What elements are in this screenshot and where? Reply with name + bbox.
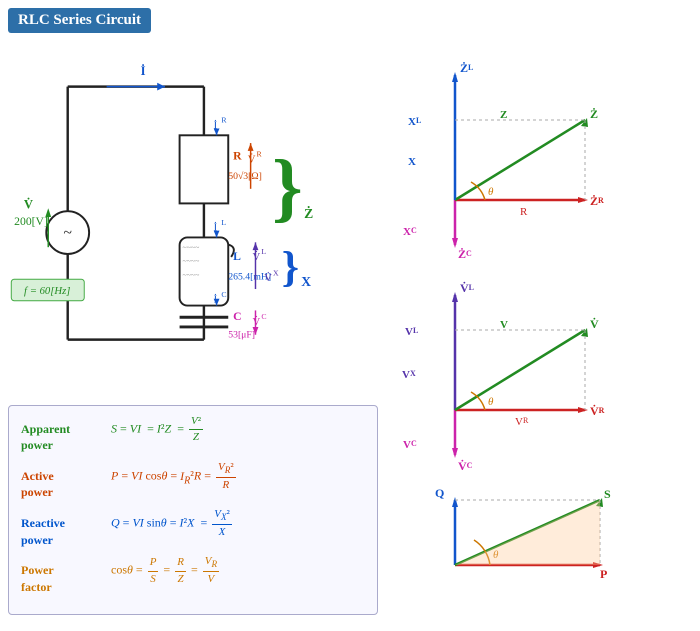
svg-text:S: S	[604, 487, 611, 501]
svg-text:}: }	[272, 144, 303, 230]
svg-text:ŻC: ŻC	[458, 247, 472, 261]
svg-text:İ: İ	[141, 64, 146, 78]
power-factor-label: Powerfactor	[21, 562, 111, 596]
apparent-power-row: Apparentpower S = VI = I²Z = V² Z	[21, 414, 365, 454]
reactive-power-label: Reactivepower	[21, 515, 111, 549]
svg-text:~~~~: ~~~~	[183, 243, 200, 252]
svg-text:200[V]: 200[V]	[14, 215, 48, 228]
svg-text:R: R	[520, 206, 528, 218]
svg-text:V̇: V̇	[253, 316, 261, 328]
svg-text:Ż: Ż	[304, 205, 313, 221]
power-equations-box: Apparentpower S = VI = I²Z = V² Z Active…	[8, 405, 378, 615]
svg-text:V̇: V̇	[24, 197, 33, 211]
svg-text:V̇L: V̇L	[460, 281, 474, 295]
svg-text:R: R	[221, 116, 227, 125]
svg-text:Z: Z	[500, 109, 507, 121]
svg-text:V: V	[500, 319, 508, 331]
svg-text:53[μF]: 53[μF]	[228, 330, 255, 341]
svg-text:V̇: V̇	[253, 251, 261, 263]
svg-text:P: P	[600, 567, 607, 581]
reactive-power-row: Reactivepower Q = VI sinθ = I²X = VX² X	[21, 507, 365, 548]
svg-text:XL: XL	[408, 116, 421, 128]
svg-text:R: R	[233, 150, 242, 163]
svg-text:L: L	[261, 247, 266, 256]
title-bar: RLC Series Circuit	[8, 8, 151, 33]
svg-text:XC: XC	[403, 226, 417, 238]
svg-text:V̇C: V̇C	[458, 459, 473, 473]
svg-text:C: C	[261, 312, 266, 321]
svg-text:VX: VX	[402, 369, 416, 381]
svg-text:ŻR: ŻR	[590, 194, 604, 208]
svg-text:}: }	[282, 243, 299, 291]
page-title: RLC Series Circuit	[18, 12, 141, 28]
apparent-power-formula: S = VI = I²Z = V² Z	[111, 414, 365, 446]
svg-text:f = 60[Hz]: f = 60[Hz]	[24, 285, 70, 297]
svg-text:R: R	[256, 150, 262, 159]
svg-text:VC: VC	[403, 439, 417, 451]
svg-text:C: C	[233, 310, 241, 323]
power-factor-formula: cosθ = P S = R Z = VR V	[111, 554, 365, 587]
svg-text:V̇R: V̇R	[590, 404, 605, 418]
svg-text:~~~~: ~~~~	[183, 270, 200, 279]
circuit-diagram: ~ V̇ 200[V] f = 60[Hz] İ R 50√3[Ω] İ R V…	[5, 38, 325, 398]
svg-text:V̇: V̇	[248, 154, 256, 166]
svg-text:V̇: V̇	[264, 272, 272, 284]
svg-text:X: X	[273, 268, 279, 277]
svg-text:C: C	[221, 290, 226, 299]
svg-text:V̇: V̇	[590, 317, 599, 331]
svg-text:X: X	[408, 156, 416, 168]
main-container: RLC Series Circuit ~ V̇ 200[V] f = 60[Hz…	[0, 0, 700, 631]
svg-text:L: L	[221, 218, 226, 227]
svg-text:ŻL: ŻL	[460, 61, 473, 75]
phasor-diagrams: ŻL ŻC ŻR Ż θ XL X XC Z R V̇L	[400, 30, 690, 620]
apparent-power-label: Apparentpower	[21, 421, 111, 455]
svg-text:Q: Q	[435, 486, 444, 500]
svg-text:X: X	[301, 274, 311, 289]
power-factor-row: Powerfactor cosθ = P S = R Z = VR V	[21, 554, 365, 595]
active-power-row: Activepower P = VI cosθ = IR²R = VR² R	[21, 460, 365, 501]
svg-text:L: L	[233, 250, 241, 263]
reactive-power-formula: Q = VI sinθ = I²X = VX² X	[111, 507, 365, 540]
svg-text:~: ~	[63, 224, 71, 241]
svg-text:~~~~: ~~~~	[183, 257, 200, 266]
svg-text:θ: θ	[488, 186, 494, 198]
svg-text:Ż: Ż	[590, 107, 598, 121]
svg-text:VR: VR	[515, 416, 529, 428]
svg-text:θ: θ	[488, 396, 494, 408]
svg-text:VL: VL	[405, 326, 418, 338]
svg-text:50√3[Ω]: 50√3[Ω]	[228, 171, 262, 182]
active-power-formula: P = VI cosθ = IR²R = VR² R	[111, 460, 365, 493]
active-power-label: Activepower	[21, 468, 111, 502]
